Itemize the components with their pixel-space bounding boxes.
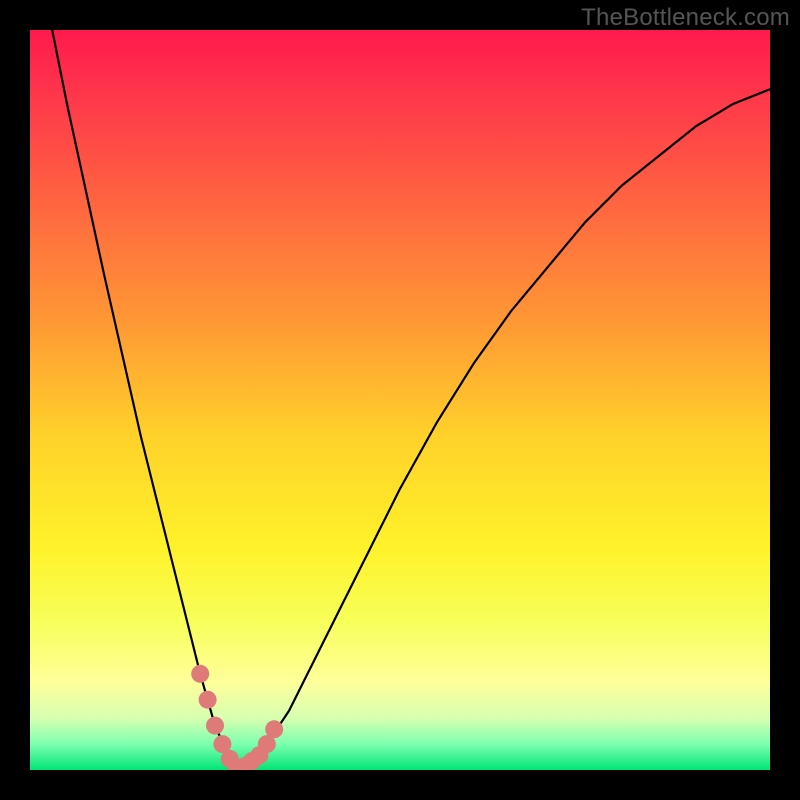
plot-area [30, 30, 770, 770]
trough-dot [191, 665, 209, 683]
trough-dot [265, 720, 283, 738]
trough-dots [191, 665, 283, 770]
chart-frame: TheBottleneck.com [0, 0, 800, 800]
watermark-text: TheBottleneck.com [581, 4, 790, 32]
trough-dots-layer [30, 30, 770, 770]
trough-dot [199, 691, 217, 709]
trough-dot [206, 717, 224, 735]
